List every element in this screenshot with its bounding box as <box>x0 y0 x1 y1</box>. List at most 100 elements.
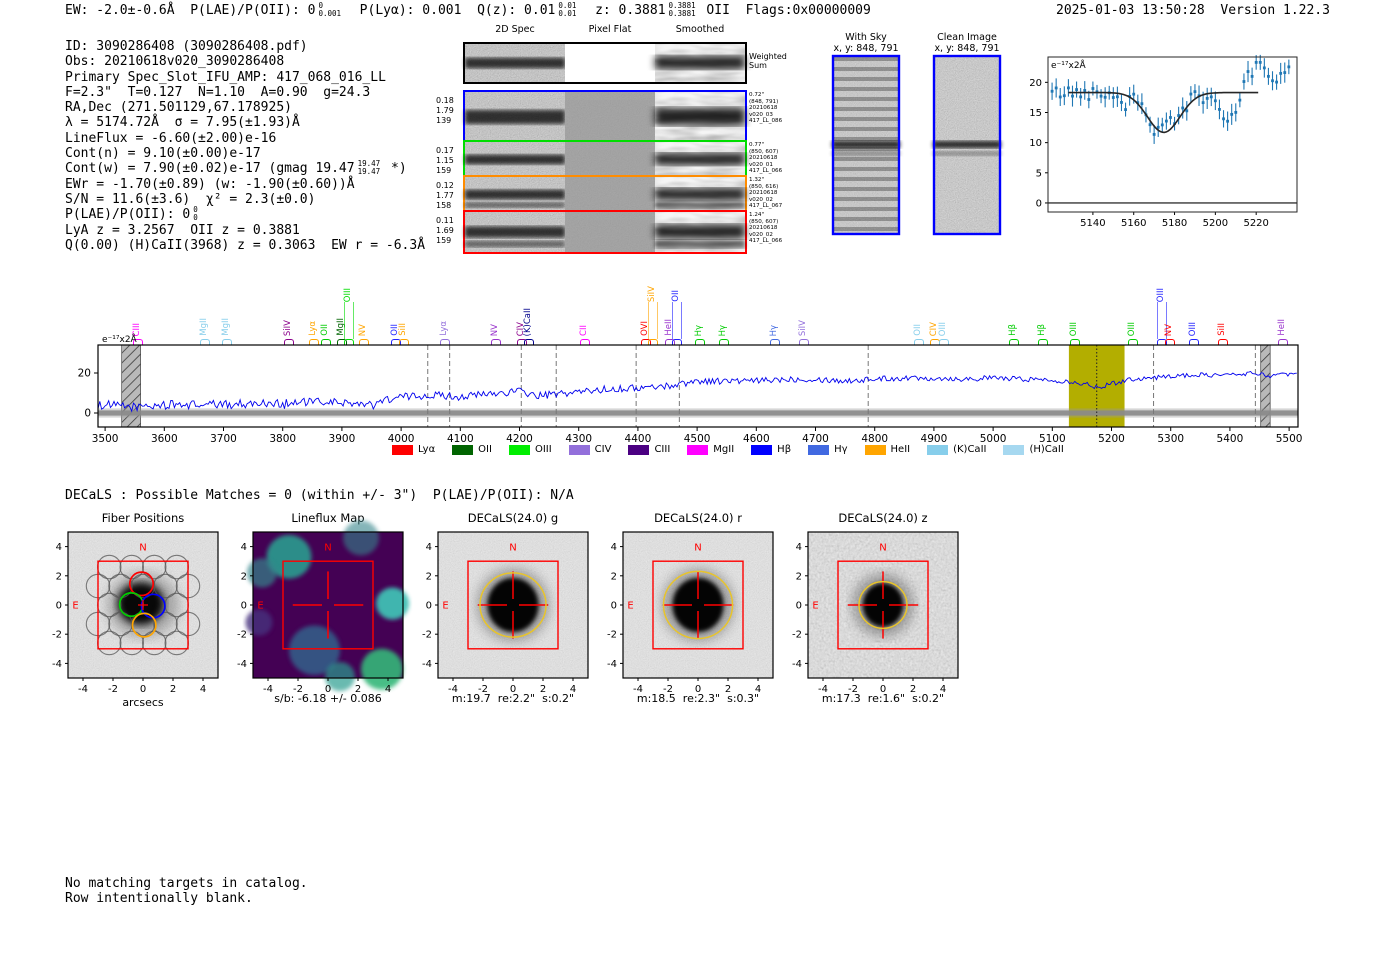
y-tick-label: 10 <box>1029 138 1042 149</box>
legend-label: (H)CaII <box>1029 444 1064 455</box>
header-text-segment: P(Lyα): 0.001 Q(z): 0.01 <box>344 3 556 18</box>
legend-swatch <box>452 444 474 455</box>
info-line: Q(0.00) (H)CaII(3968) z = 0.3063 EW r = … <box>65 237 426 253</box>
legend-item: MgII <box>687 444 734 455</box>
data-point <box>1115 95 1119 99</box>
y-tick-label: -4 <box>792 659 802 670</box>
legend-item: OIII <box>508 444 552 455</box>
spec2d-row-images <box>465 177 745 212</box>
spec2d-left-labels: 0.17 1.15 159 <box>436 146 460 176</box>
data-point <box>1242 80 1246 83</box>
y-tick-label: 2 <box>611 571 617 582</box>
lineflux-blob <box>245 609 273 636</box>
report-datetime: 2025-01-03 13:50:28 <box>1056 3 1205 18</box>
spec2d-row-images <box>465 212 745 252</box>
legend-label: OIII <box>534 444 552 455</box>
x-tick-label: 5200 <box>1098 433 1125 445</box>
stacked-value: 0 0.001 <box>318 2 341 17</box>
y-tick-label: 2 <box>796 571 802 582</box>
sky-stripe <box>832 107 900 111</box>
x-tick-label: 5180 <box>1162 218 1187 229</box>
spec2d-dark-band <box>465 110 565 124</box>
spec2d-left-label: 159 <box>436 236 452 245</box>
data-point <box>1189 92 1193 96</box>
x-axis-label: arcsecs <box>122 696 164 709</box>
y-tick-label: 15 <box>1029 108 1042 119</box>
spec2d-right-labels: 0.77" (850, 607) 20210618 v020_01 417_LL_066 <box>749 142 793 175</box>
east-label: E <box>257 601 263 612</box>
y-tick-label: 2 <box>56 571 62 582</box>
stack-bottom: 19.47 <box>357 166 381 176</box>
data-point <box>1250 74 1254 78</box>
lineflux-blob <box>361 648 403 690</box>
y-tick-label: 0 <box>241 601 247 612</box>
legend-label: CIV <box>594 444 612 455</box>
cutout-svg-2: -4-4-2-2002244 NE <box>422 531 589 695</box>
x-tick-label: 3600 <box>151 433 178 445</box>
data-point <box>1054 86 1058 90</box>
line-label-text: SiIV <box>647 285 658 302</box>
elixer-report-page: EW: -2.0±-0.6Å P(LAE)/P(OII): 0 0 0.001 P(… <box>0 0 1400 953</box>
east-label: E <box>72 601 78 612</box>
spec2d-left-label: 0.17 <box>436 146 454 155</box>
stack-bottom: 0 <box>193 212 198 222</box>
data-point <box>1238 98 1242 102</box>
north-label: N <box>879 543 886 554</box>
y-tick-label: -4 <box>607 659 617 670</box>
smoothed-dark-band <box>655 56 745 70</box>
spec2d-left-label: 1.69 <box>436 226 454 235</box>
data-point <box>1222 117 1225 121</box>
data-point <box>1164 119 1168 123</box>
legend-label: Hγ <box>834 444 848 455</box>
spec2d-left-labels: 0.18 1.79 139 <box>436 96 460 126</box>
y-tick-label: -4 <box>52 659 62 670</box>
spec2d-col-title: Pixel Flat <box>588 24 632 35</box>
data-point <box>1152 133 1156 136</box>
x-tick-label: 5300 <box>1157 433 1184 445</box>
legend-item: HeII <box>864 444 911 455</box>
fit-plot-svg: 0 5 10 15 20 5140 5160 5180 5200 5220 e⁻¹⁷x2Å <box>1029 54 1298 229</box>
info-block: ID: 3090286408 (3090286408.pdf) Obs: 2021… <box>65 39 425 253</box>
spec2d-dark-band <box>465 57 565 69</box>
spec2d-right-label: 20210618 <box>749 105 778 112</box>
legend-item: Hγ <box>808 444 848 455</box>
spec2d-row <box>463 210 747 254</box>
info-line-pre: P(LAE)/P(OII): 0 <box>65 207 191 223</box>
data-point <box>1279 71 1283 75</box>
sky-stripe <box>832 127 900 131</box>
flux-unit-label: e⁻¹⁷x2Å <box>1051 59 1087 71</box>
line-label-OIII: OIII <box>341 242 355 302</box>
y-tick-label: 0 <box>611 601 617 612</box>
plot-frame <box>1047 56 1298 213</box>
stack-bottom: 0.01 <box>558 8 577 18</box>
sky-stripe <box>832 227 900 231</box>
sky-stripe <box>832 167 900 171</box>
spec2d-row <box>463 90 747 144</box>
north-label: N <box>509 543 516 554</box>
x-tick-label: 5500 <box>1276 433 1303 445</box>
spec2d-right-label: (850, 607) <box>749 218 779 225</box>
info-line: Cont(w) = 7.90(±0.02)e-17 (gmag 19.47 19.… <box>65 160 425 176</box>
spec2d-right-labels: Weighted Sum <box>749 52 793 70</box>
legend-item: (H)CaII <box>1003 444 1064 455</box>
x-tick-label: -2 <box>108 684 118 695</box>
cutout-svg-0: -4 -4 -2 -2 0 0 2 2 4 4 arcsecs N E <box>52 531 219 709</box>
legend-label: HeII <box>890 444 911 455</box>
spec2d-right-label: v020_02 <box>749 231 773 238</box>
spec2d-left-label: 0.12 <box>436 181 454 190</box>
info-line: EWr = -1.70(±0.89) (w: -1.90(±0.60))Å <box>65 176 355 192</box>
spec2d-right-label: 1.32" <box>749 177 765 183</box>
spec2d-left-label: 159 <box>436 166 452 175</box>
spec2d-right-label: (850, 616) <box>749 183 779 190</box>
sky-stripe <box>832 207 900 211</box>
spec2d-left-label: 1.79 <box>436 106 454 115</box>
header-text-segment: OII Flags:0x00000009 <box>698 3 871 18</box>
legend-swatch <box>392 444 413 455</box>
info-line: F=2.3" T=0.127 N=1.10 A=0.90 g=24.3 <box>65 84 371 100</box>
data-point <box>1099 94 1103 98</box>
legend-swatch <box>864 444 886 455</box>
smoothed-dark-band2 <box>655 201 745 209</box>
info-line: Primary Spec_Slot_IFU_AMP: 417_068_016_L… <box>65 69 386 85</box>
x-tick-label: -4 <box>78 684 88 695</box>
sky-stripe <box>832 197 900 201</box>
